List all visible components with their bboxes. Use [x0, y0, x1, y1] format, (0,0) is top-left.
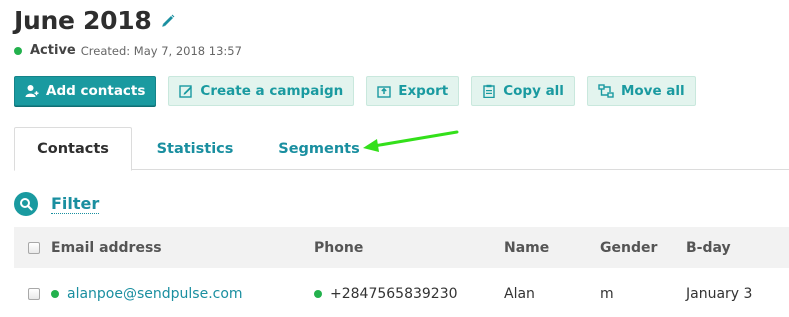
move-all-label: Move all: [620, 83, 685, 99]
column-header-name[interactable]: Name: [504, 240, 600, 256]
row-checkbox[interactable]: [27, 287, 40, 300]
filter-row: Filter: [14, 192, 100, 216]
export-button[interactable]: Export: [366, 76, 460, 106]
contact-gender: m: [600, 285, 614, 302]
column-header-email[interactable]: Email address: [51, 240, 314, 256]
create-campaign-button[interactable]: Create a campaign: [168, 76, 355, 106]
contact-phone: +2847565839230: [330, 285, 458, 302]
copy-all-button[interactable]: Copy all: [471, 76, 575, 106]
toolbar: Add contacts Create a campaign Export Co…: [14, 76, 708, 106]
contact-email-link[interactable]: alanpoe@sendpulse.com: [67, 286, 243, 302]
table-header: Email address Phone Name Gender B-day: [14, 227, 789, 268]
filter-link[interactable]: Filter: [51, 194, 100, 214]
export-label: Export: [398, 83, 449, 99]
copy-all-label: Copy all: [503, 83, 564, 99]
move-all-button[interactable]: Move all: [586, 76, 696, 106]
contact-bday: January 3: [686, 285, 753, 302]
status-badge: Active: [30, 43, 76, 58]
export-icon: [377, 84, 391, 98]
contacts-table: Email address Phone Name Gender B-day al…: [14, 227, 789, 317]
clipboard-icon: [482, 84, 496, 98]
select-all-checkbox[interactable]: [27, 241, 40, 254]
add-contacts-label: Add contacts: [46, 83, 146, 99]
tab-contacts[interactable]: Contacts: [14, 127, 132, 171]
column-header-phone[interactable]: Phone: [314, 240, 504, 256]
status-dot-icon: [14, 46, 22, 55]
search-icon[interactable]: [14, 192, 38, 216]
move-icon: [598, 84, 614, 98]
tab-statistics[interactable]: Statistics: [132, 127, 258, 170]
table-row: alanpoe@sendpulse.com +2847565839230 Ala…: [14, 268, 789, 317]
add-contacts-button[interactable]: Add contacts: [14, 76, 157, 106]
phone-status-dot-icon: [314, 289, 322, 298]
column-header-gender[interactable]: Gender: [600, 240, 686, 256]
column-header-bday[interactable]: B-day: [686, 240, 786, 256]
add-user-icon: [25, 84, 39, 98]
title-row: June 2018: [14, 6, 177, 35]
edit-icon: [179, 84, 193, 98]
status-row: Active Created: May 7, 2018 13:57: [14, 43, 242, 58]
pencil-icon[interactable]: [159, 12, 177, 30]
create-campaign-label: Create a campaign: [200, 83, 344, 99]
page-title: June 2018: [14, 6, 152, 35]
contact-name: Alan: [504, 285, 535, 302]
annotation-arrow-icon: [363, 130, 459, 152]
created-timestamp: Created: May 7, 2018 13:57: [80, 43, 242, 58]
email-status-dot-icon: [51, 289, 59, 298]
